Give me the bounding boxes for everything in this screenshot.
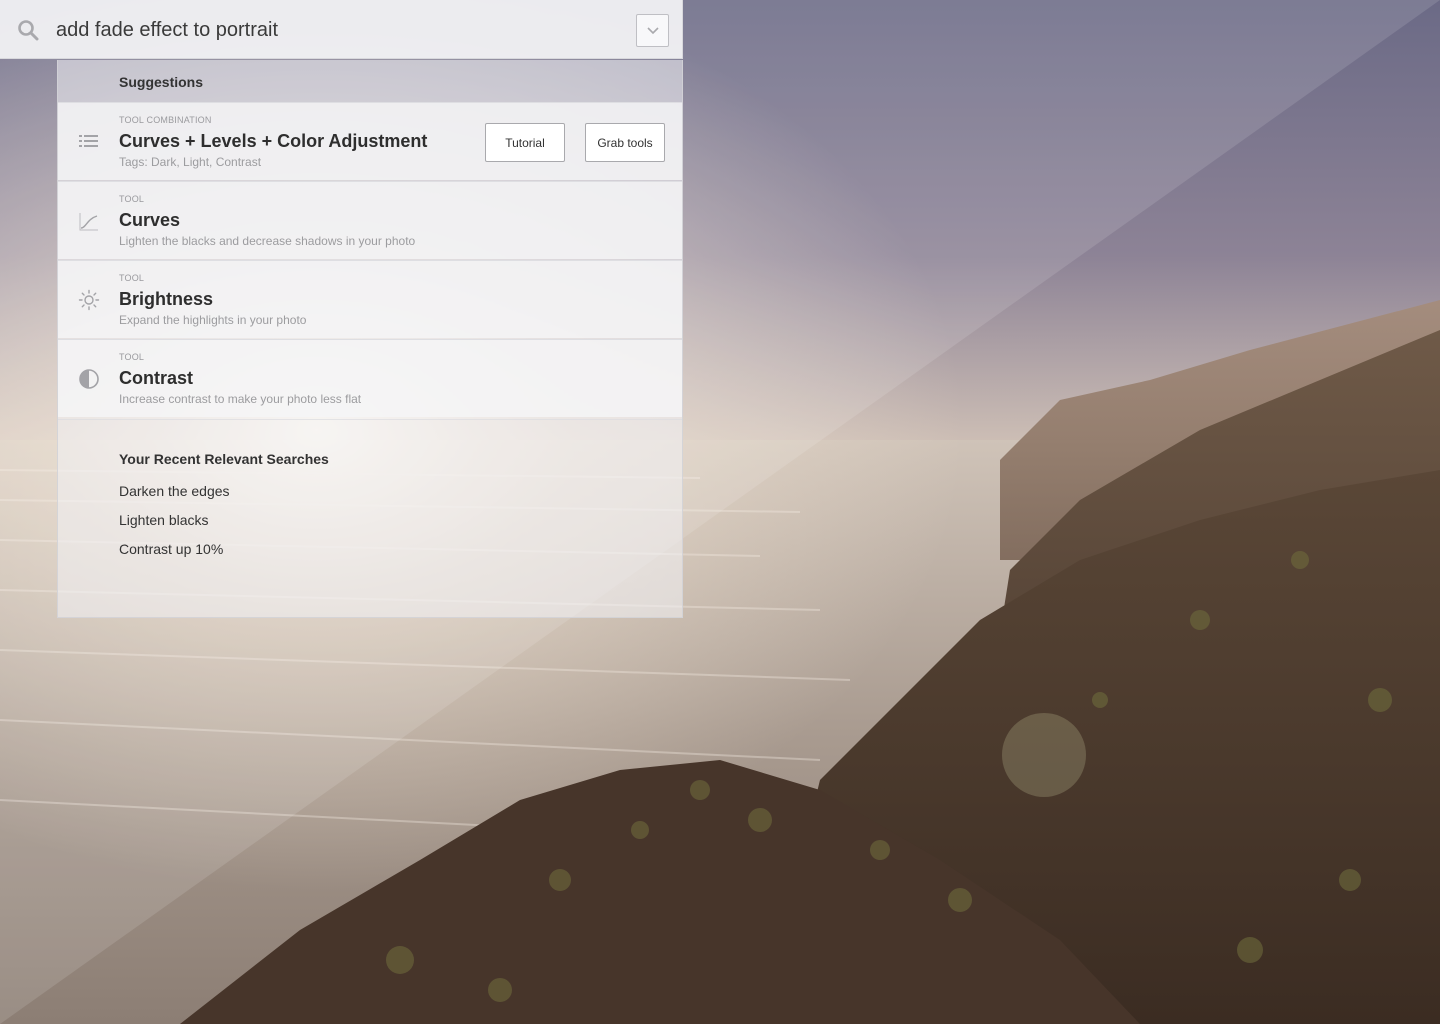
row-description: Lighten the blacks and decrease shadows … bbox=[119, 234, 416, 248]
recent-search-item[interactable]: Contrast up 10% bbox=[119, 541, 223, 557]
list-icon bbox=[79, 135, 98, 147]
search-icon bbox=[18, 20, 39, 41]
row-type-label: TOOL bbox=[119, 352, 145, 362]
curves-icon bbox=[79, 213, 98, 231]
recent-search-item[interactable]: Darken the edges bbox=[119, 483, 230, 499]
contrast-icon bbox=[79, 369, 99, 389]
tutorial-button[interactable]: Tutorial bbox=[485, 123, 565, 162]
grab-tools-button[interactable]: Grab tools bbox=[585, 123, 665, 162]
row-type-label: TOOL bbox=[119, 273, 145, 283]
sun-icon bbox=[78, 289, 100, 311]
search-input[interactable] bbox=[56, 14, 616, 46]
suggestion-row-curves[interactable]: TOOL Curves Lighten the blacks and decre… bbox=[58, 181, 682, 259]
recent-searches: Your Recent Relevant Searches Darken the… bbox=[58, 419, 682, 618]
row-title: Curves + Levels + Color Adjustment bbox=[119, 131, 428, 151]
row-type-label: TOOL COMBINATION bbox=[119, 115, 212, 125]
suggestion-row-combo[interactable]: TOOL COMBINATION Curves + Levels + Color… bbox=[58, 102, 682, 180]
search-bar bbox=[0, 0, 683, 59]
row-description: Increase contrast to make your photo les… bbox=[119, 392, 362, 406]
recent-search-item[interactable]: Lighten blacks bbox=[119, 512, 209, 528]
app-canvas: Suggestions TOOL COMBINATION Curves + Le… bbox=[0, 0, 1440, 1024]
suggestion-row-brightness[interactable]: TOOL Brightness Expand the highlights in… bbox=[58, 260, 682, 338]
suggestions-heading: Suggestions bbox=[119, 74, 204, 90]
suggestions-panel: Suggestions TOOL COMBINATION Curves + Le… bbox=[57, 60, 683, 618]
suggestion-row-contrast[interactable]: TOOL Contrast Increase contrast to make … bbox=[58, 339, 682, 417]
row-title: Brightness bbox=[119, 289, 214, 309]
row-tags: Tags: Dark, Light, Contrast bbox=[119, 155, 262, 169]
row-type-label: TOOL bbox=[119, 194, 145, 204]
chevron-down-icon bbox=[646, 26, 659, 34]
recent-searches-heading: Your Recent Relevant Searches bbox=[119, 451, 329, 467]
dropdown-toggle-button[interactable] bbox=[636, 14, 669, 47]
row-title: Curves bbox=[119, 210, 181, 230]
row-title: Contrast bbox=[119, 368, 194, 388]
row-description: Expand the highlights in your photo bbox=[119, 313, 307, 327]
